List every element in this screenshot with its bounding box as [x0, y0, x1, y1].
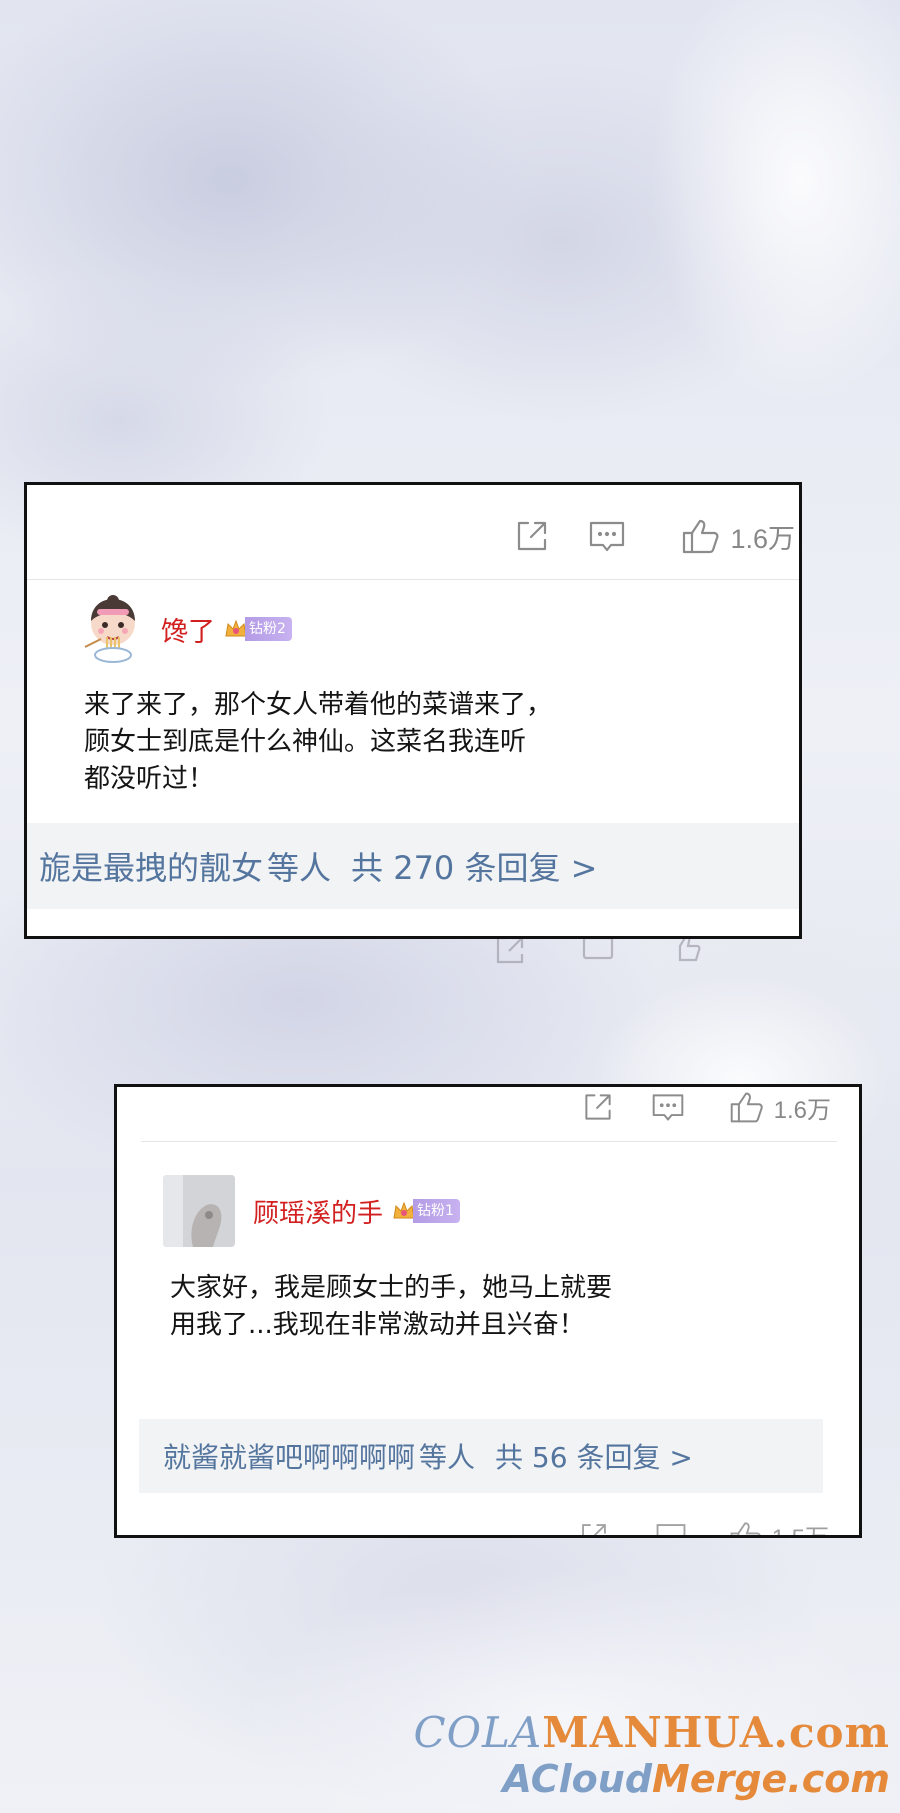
comment-author: 馋了 钻粉2 [77, 593, 292, 665]
share-icon [518, 521, 547, 551]
view-replies-link[interactable]: 就酱就酱吧啊啊啊啊 等人 共 56 条回复 > [139, 1419, 823, 1493]
reply-count: 共 270 条回复 > [351, 849, 598, 887]
reply-usernames: 旎是最拽的靓女 [39, 849, 264, 887]
watermark-line-2: ACloudMerge.com [502, 1757, 890, 1801]
like-count: 1.5万 [772, 1518, 829, 1535]
username[interactable]: 顾瑶溪的手 [253, 1193, 383, 1230]
hand-photo-avatar [163, 1175, 235, 1247]
comment-action-bar: 1.6万 [568, 1087, 831, 1127]
username[interactable]: 馋了 [161, 610, 215, 649]
reply-button[interactable] [628, 1090, 708, 1124]
thumbs-up-icon [730, 1521, 761, 1535]
thumbs-up-icon [683, 519, 719, 554]
background-highlight [640, 0, 900, 470]
comment-text: 大家好，我是顾女士的手，她马上就要 用我了...我现在非常激动并且兴奋！ [170, 1273, 613, 1340]
reply-button[interactable] [562, 517, 652, 555]
divider [141, 1141, 837, 1142]
comment-icon [652, 1094, 683, 1121]
view-replies-link[interactable]: 旎是最拽的靓女 等人 共 270 条回复 > [27, 823, 799, 909]
like-button[interactable]: 1.6万 [680, 516, 795, 556]
like-count: 1.6万 [773, 1096, 831, 1124]
avatar[interactable] [77, 593, 149, 665]
comment-author: 顾瑶溪的手 钻粉1 [163, 1175, 460, 1247]
like-count: 1.6万 [730, 523, 795, 554]
share-button[interactable] [568, 1090, 628, 1124]
fan-badge: 钻粉2 [223, 616, 292, 642]
like-button[interactable]: 1.6万 [728, 1089, 831, 1125]
next-comment-action-bar: 1.5万 [578, 1518, 829, 1535]
girl-eating-noodles-avatar [84, 595, 135, 663]
divider [27, 579, 799, 580]
reply-suffix: 等人 [267, 849, 332, 887]
thumbs-up-icon [730, 1092, 763, 1123]
badge-label: 钻粉2 [245, 617, 292, 641]
comment-action-bar: 1.6万 [502, 513, 795, 559]
watermark: COLAMANHUA.com ACloudMerge.com [413, 1708, 890, 1802]
share-icon [585, 1094, 611, 1120]
fan-badge: 钻粉1 [391, 1198, 460, 1224]
comment-icon [656, 1523, 686, 1535]
share-button[interactable] [502, 517, 562, 555]
avatar[interactable] [163, 1175, 235, 1247]
badge-label: 钻粉1 [413, 1199, 460, 1223]
reply-usernames: 就酱就酱吧啊啊啊啊 [163, 1441, 416, 1474]
reply-suffix: 等人 [419, 1441, 476, 1474]
reply-count: 共 56 条回复 > [495, 1441, 693, 1474]
comment-card: 1.6万 馋了 钻粉2 来了来了，那个女人带着他的菜谱来了， 顾女士到底是什么神… [24, 482, 802, 939]
comment-icon [590, 521, 625, 552]
comment-text: 来了来了，那个女人带着他的菜谱来了， 顾女士到底是什么神仙。这菜名我连听 都没听… [84, 690, 553, 794]
share-icon [581, 1523, 606, 1535]
comment-card: 1.6万 顾瑶溪的手 钻粉1 大家好，我是顾女士的手，她马上就要 用我了...我… [114, 1084, 862, 1538]
watermark-line-1: COLAMANHUA.com [413, 1708, 890, 1757]
